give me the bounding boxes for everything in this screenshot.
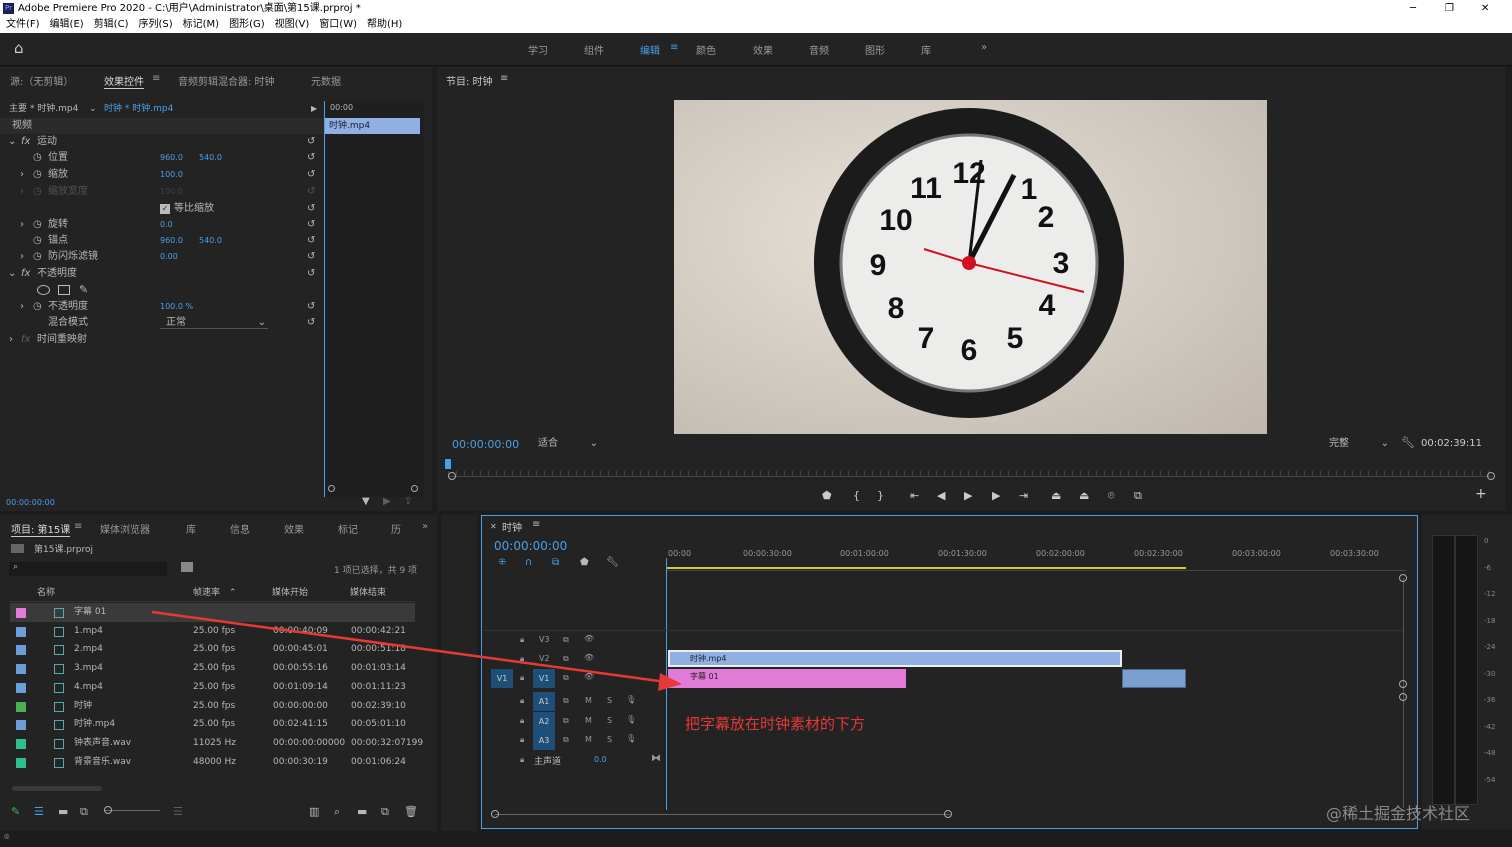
meter-tick-label: -6: [1484, 563, 1491, 572]
scroll-handle-icon[interactable]: [1399, 574, 1407, 582]
meter-tick-label: -36: [1484, 696, 1496, 704]
status-bar: ⌾: [0, 831, 1512, 847]
scroll-handle-icon[interactable]: [491, 810, 499, 818]
meter-tick-label: -30: [1484, 669, 1496, 678]
scroll-handle-icon[interactable]: [944, 810, 952, 818]
scroll-handle-icon[interactable]: [1399, 680, 1407, 688]
scroll-handle-icon[interactable]: [1399, 693, 1407, 701]
meter-tick-label: -48: [1484, 749, 1496, 757]
timeline-hscroll[interactable]: [495, 814, 950, 815]
meter-tick-label: -18: [1484, 616, 1496, 625]
meter-tick-label: -54: [1484, 775, 1496, 784]
audio-meter-panel: 0 -6 -12 -18 -24 -30 -36 -42 -48 -54: [1422, 515, 1512, 829]
meter-tick-label: -24: [1484, 643, 1496, 651]
watermark: @稀土掘金技术社区: [1326, 804, 1471, 823]
meter-tick-label: -42: [1484, 722, 1496, 731]
meter-bar-left: [1432, 535, 1455, 805]
status-icon: ⌾: [4, 833, 10, 843]
meter-tick-label: 0: [1484, 537, 1489, 545]
meter-tick-label: -12: [1484, 590, 1496, 598]
meter-bar-right: [1455, 535, 1478, 805]
annotation-text: 把字幕放在时钟素材的下方: [685, 715, 866, 733]
